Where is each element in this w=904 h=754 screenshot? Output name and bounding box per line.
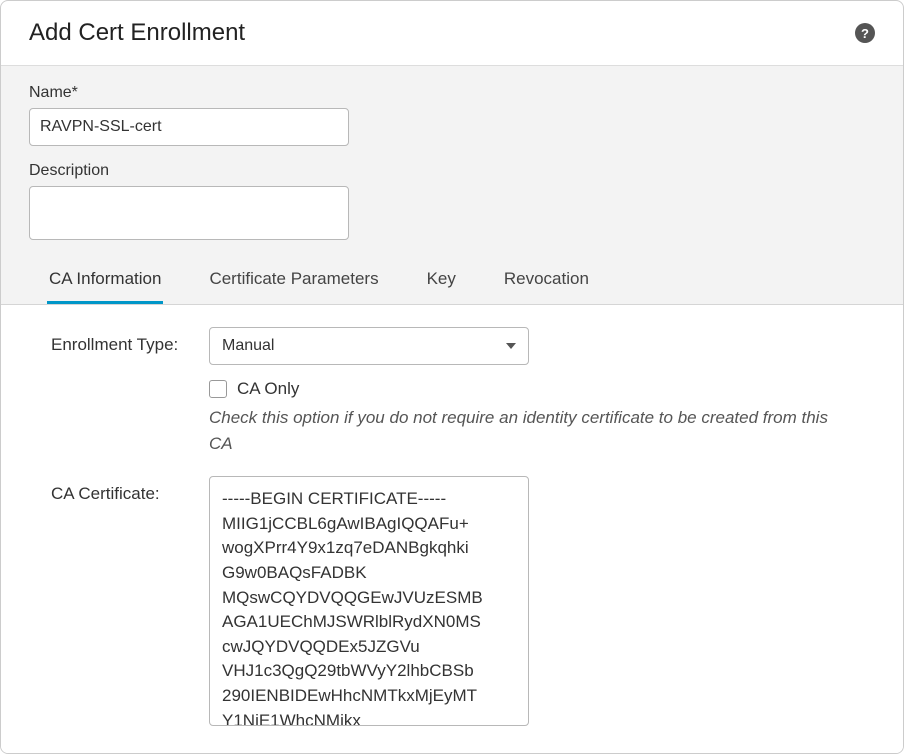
name-label: Name* bbox=[29, 84, 875, 102]
ca-certificate-textarea[interactable] bbox=[209, 476, 529, 726]
ca-only-label: CA Only bbox=[237, 379, 299, 399]
ca-only-row: CA Only bbox=[209, 379, 875, 399]
enrollment-type-value: Manual bbox=[222, 337, 274, 355]
tab-certificate-parameters[interactable]: Certificate Parameters bbox=[207, 259, 380, 304]
ca-certificate-label: CA Certificate: bbox=[29, 476, 209, 504]
tabs-bar: CA Information Certificate Parameters Ke… bbox=[29, 259, 875, 304]
chevron-down-icon bbox=[506, 343, 516, 349]
tab-key[interactable]: Key bbox=[425, 259, 458, 304]
tab-ca-information[interactable]: CA Information bbox=[47, 259, 163, 304]
name-field-group: Name* bbox=[29, 84, 875, 146]
tab-revocation[interactable]: Revocation bbox=[502, 259, 591, 304]
description-label: Description bbox=[29, 162, 875, 180]
dialog-header: Add Cert Enrollment ? bbox=[1, 1, 903, 65]
enrollment-type-label: Enrollment Type: bbox=[29, 327, 209, 355]
ca-only-checkbox[interactable] bbox=[209, 380, 227, 398]
ca-certificate-row: CA Certificate: bbox=[29, 476, 875, 729]
description-input[interactable] bbox=[29, 186, 349, 240]
help-icon[interactable]: ? bbox=[855, 23, 875, 43]
add-cert-enrollment-dialog: Add Cert Enrollment ? Name* Description … bbox=[0, 0, 904, 754]
form-top-section: Name* Description CA Information Certifi… bbox=[1, 65, 903, 304]
tab-content-ca-information: Enrollment Type: Manual CA Only Check th… bbox=[1, 304, 903, 753]
dialog-title: Add Cert Enrollment bbox=[29, 19, 245, 47]
description-field-group: Description bbox=[29, 162, 875, 243]
ca-only-hint: Check this option if you do not require … bbox=[209, 405, 829, 456]
name-input[interactable] bbox=[29, 108, 349, 146]
enrollment-type-row: Enrollment Type: Manual CA Only Check th… bbox=[29, 327, 875, 456]
enrollment-type-select[interactable]: Manual bbox=[209, 327, 529, 365]
